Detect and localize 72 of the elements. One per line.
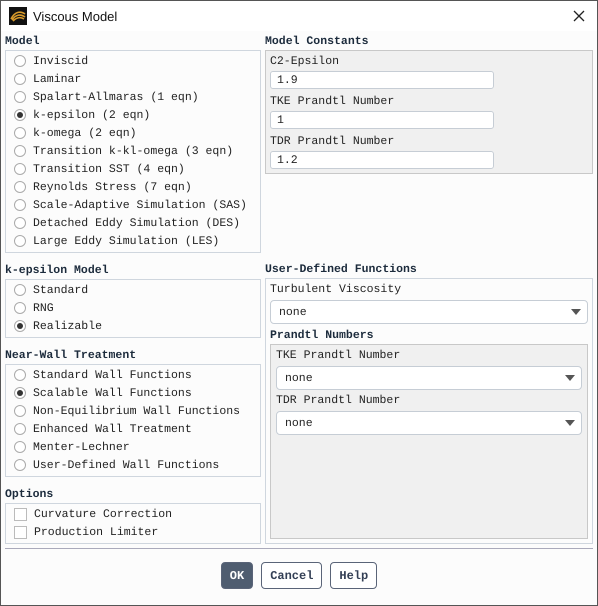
- caret-icon: [565, 420, 575, 426]
- radio-button[interactable]: [14, 181, 26, 193]
- dialog-button[interactable]: OK: [220, 562, 254, 589]
- radio-label[interactable]: Reynolds Stress (7 eqn): [33, 180, 192, 194]
- caret-icon: [565, 375, 575, 381]
- input-field[interactable]: 1.9: [270, 71, 494, 89]
- field-label: TKE Prandtl Number: [276, 348, 402, 364]
- radio-button[interactable]: [14, 127, 26, 139]
- checkbox[interactable]: [14, 508, 27, 520]
- radio-label[interactable]: Large Eddy Simulation (LES): [33, 234, 220, 248]
- radio-button[interactable]: [14, 235, 26, 247]
- window-title: Viscous Model: [33, 8, 118, 24]
- checkbox-label[interactable]: Production Limiter: [34, 526, 158, 538]
- radio-button[interactable]: [14, 284, 26, 296]
- radio-button[interactable]: [14, 145, 26, 157]
- section-heading: User-Defined Functions: [265, 262, 418, 278]
- field-label: TKE Prandtl Number: [270, 94, 396, 110]
- caret-icon: [571, 309, 581, 315]
- input-field[interactable]: 1.2: [270, 151, 494, 169]
- radio-label[interactable]: Transition SST (4 eqn): [33, 162, 185, 176]
- app-logo-icon: [9, 7, 27, 25]
- radio-label[interactable]: Transition k-kl-omega (3 eqn): [33, 144, 234, 158]
- radio-button[interactable]: [14, 109, 26, 121]
- dropdown[interactable]: none: [270, 300, 588, 324]
- radio-button[interactable]: [14, 441, 26, 453]
- section-heading: Options: [5, 487, 54, 503]
- radio-button[interactable]: [14, 387, 26, 399]
- radio-label[interactable]: User-Defined Wall Functions: [33, 458, 220, 472]
- radio-label[interactable]: Menter-Lechner: [33, 440, 130, 454]
- checkbox-label[interactable]: Curvature Correction: [34, 508, 172, 520]
- radio-label[interactable]: Scale-Adaptive Simulation (SAS): [33, 198, 247, 212]
- radio-label[interactable]: Realizable: [33, 320, 102, 332]
- radio-button[interactable]: [14, 91, 26, 103]
- close-icon[interactable]: [573, 10, 585, 22]
- section-heading: k-epsilon Model: [5, 263, 110, 279]
- radio-button[interactable]: [14, 73, 26, 85]
- radio-button[interactable]: [14, 405, 26, 417]
- radio-label[interactable]: Standard Wall Functions: [33, 368, 192, 382]
- radio-button[interactable]: [14, 163, 26, 175]
- section-heading: Model Constants: [265, 34, 370, 50]
- radio-button[interactable]: [14, 199, 26, 211]
- field-label: Turbulent Viscosity: [270, 282, 402, 298]
- radio-label[interactable]: k-omega (2 eqn): [33, 126, 137, 140]
- field-label: TDR Prandtl Number: [276, 393, 402, 409]
- dialog-button[interactable]: Help: [330, 562, 378, 589]
- radio-button[interactable]: [14, 320, 26, 332]
- radio-label[interactable]: Enhanced Wall Treatment: [33, 422, 192, 436]
- radio-button[interactable]: [14, 217, 26, 229]
- dialog-button[interactable]: Cancel: [261, 562, 322, 589]
- radio-label[interactable]: Scalable Wall Functions: [33, 386, 192, 400]
- radio-label[interactable]: Non-Equilibrium Wall Functions: [33, 404, 240, 418]
- radio-button[interactable]: [14, 369, 26, 381]
- checkbox[interactable]: [14, 526, 27, 538]
- input-field[interactable]: 1: [270, 111, 494, 129]
- dropdown[interactable]: none: [276, 411, 582, 435]
- radio-label[interactable]: Spalart-Allmaras (1 eqn): [33, 90, 199, 104]
- radio-label[interactable]: Inviscid: [33, 54, 88, 68]
- radio-button[interactable]: [14, 302, 26, 314]
- radio-label[interactable]: RNG: [33, 302, 54, 314]
- radio-label[interactable]: Standard: [33, 284, 88, 296]
- radio-button[interactable]: [14, 55, 26, 67]
- radio-button[interactable]: [14, 459, 26, 471]
- radio-label[interactable]: Laminar: [33, 72, 82, 86]
- section-heading: Model: [5, 34, 41, 50]
- field-label: TDR Prandtl Number: [270, 134, 396, 150]
- dropdown[interactable]: none: [276, 366, 582, 390]
- section-heading: Prandtl Numbers: [270, 328, 375, 344]
- radio-label[interactable]: k-epsilon (2 eqn): [33, 108, 150, 122]
- field-label: C2-Epsilon: [270, 54, 340, 70]
- radio-label[interactable]: Detached Eddy Simulation (DES): [33, 216, 240, 230]
- section-heading: Near-Wall Treatment: [5, 348, 138, 364]
- radio-button[interactable]: [14, 423, 26, 435]
